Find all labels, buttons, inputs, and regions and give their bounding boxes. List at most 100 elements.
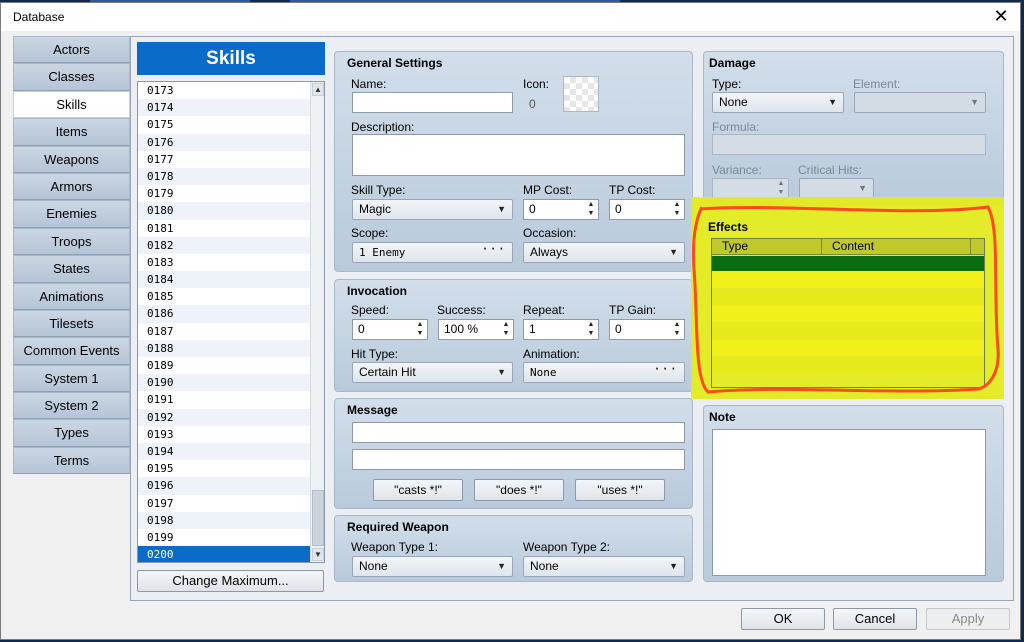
name-label: Name: — [351, 77, 387, 91]
note-panel: Note — [703, 405, 1004, 582]
repeat-spinner[interactable]: 1 ▲ ▼ — [523, 319, 599, 340]
icon-label: Icon: — [523, 77, 550, 91]
list-item[interactable]: 0193 — [138, 425, 311, 443]
does-button[interactable]: "does *!" — [474, 479, 564, 501]
critical-hits-label: Critical Hits: — [798, 163, 863, 177]
list-item[interactable]: 0176 — [138, 133, 311, 151]
icon-index: 0 — [529, 97, 536, 111]
change-maximum-button[interactable]: Change Maximum... — [137, 570, 324, 592]
list-item[interactable]: 0177 — [138, 150, 311, 168]
icon-picker[interactable] — [563, 76, 599, 112]
category-states[interactable]: States — [13, 255, 130, 283]
category-animations[interactable]: Animations — [13, 282, 130, 310]
apply-button[interactable]: Apply — [926, 608, 1010, 630]
list-item[interactable]: 0190 — [138, 374, 311, 392]
category-items[interactable]: Items — [13, 118, 130, 146]
weapon-type-1-select[interactable]: None ▼ — [352, 556, 513, 577]
repeat-label: Repeat: — [523, 303, 566, 317]
category-types[interactable]: Types — [13, 419, 130, 447]
list-item[interactable]: 0181 — [138, 219, 311, 237]
list-scrollbar[interactable]: ▲ ▼ — [310, 82, 324, 562]
category-weapons[interactable]: Weapons — [13, 145, 130, 173]
hit-type-select[interactable]: Certain Hit ▼ — [352, 362, 513, 383]
scroll-up-icon[interactable]: ▲ — [312, 83, 324, 96]
list-item[interactable]: 0183 — [138, 253, 311, 272]
variance-spinner[interactable]: ▲ ▼ — [712, 178, 789, 199]
casts-button[interactable]: "casts *!" — [373, 479, 463, 501]
category-common-events[interactable]: Common Events — [13, 337, 130, 365]
list-item[interactable]: 0199 — [138, 528, 311, 547]
list-item[interactable]: 0196 — [138, 477, 311, 495]
mp-cost-spinner[interactable]: 0 ▲ ▼ — [523, 199, 599, 220]
damage-panel: Damage Type: None ▼ Element: ▼ Formula: V… — [703, 51, 1004, 206]
formula-field[interactable] — [712, 134, 986, 155]
invocation-title: Invocation — [347, 284, 408, 298]
occasion-select[interactable]: Always ▼ — [523, 242, 685, 263]
list-item[interactable]: 0192 — [138, 408, 311, 426]
list-item[interactable]: 0191 — [138, 391, 311, 409]
scroll-thumb[interactable] — [312, 490, 324, 546]
list-item[interactable]: 0194 — [138, 442, 311, 461]
mp-cost-label: MP Cost: — [523, 183, 573, 197]
close-icon[interactable]: ✕ — [990, 5, 1012, 27]
note-title: Note — [709, 410, 736, 424]
chevron-down-icon: ▼ — [970, 97, 979, 107]
list-item[interactable]: 0179 — [138, 185, 311, 203]
animation-select[interactable]: None ··· — [523, 362, 685, 383]
list-item[interactable]: 0175 — [138, 116, 311, 134]
weapon-type-2-select[interactable]: None ▼ — [523, 556, 685, 577]
list-item[interactable]: 0197 — [138, 494, 311, 512]
success-spinner[interactable]: 100 % ▲ ▼ — [438, 319, 514, 340]
element-select[interactable]: ▼ — [854, 92, 986, 113]
category-troops[interactable]: Troops — [13, 227, 130, 256]
uses-button[interactable]: "uses *!" — [575, 479, 665, 501]
note-field[interactable] — [712, 429, 986, 576]
critical-hits-select[interactable]: ▼ — [799, 178, 874, 199]
list-item[interactable]: 0200 — [138, 546, 311, 562]
list-item[interactable]: 0188 — [138, 339, 311, 357]
scope-select[interactable]: 1 Enemy ··· — [352, 242, 513, 263]
category-armors[interactable]: Armors — [13, 172, 130, 201]
spinner-arrows-icon: ▲ ▼ — [416, 321, 424, 337]
list-item[interactable]: 0180 — [138, 202, 311, 220]
message-line1-field[interactable] — [352, 422, 685, 443]
category-system-2[interactable]: System 2 — [13, 392, 130, 420]
chevron-down-icon: ▼ — [669, 561, 678, 571]
category-skills[interactable]: Skills — [13, 90, 130, 119]
message-title: Message — [347, 403, 398, 417]
message-line2-field[interactable] — [352, 449, 685, 470]
list-item[interactable]: 0184 — [138, 271, 311, 289]
tp-gain-spinner[interactable]: 0 ▲ ▼ — [609, 319, 685, 340]
category-system-1[interactable]: System 1 — [13, 364, 130, 393]
damage-title: Damage — [709, 56, 756, 70]
list-item[interactable]: 0173 — [138, 82, 311, 100]
list-item[interactable]: 0178 — [138, 167, 311, 186]
list-item[interactable]: 0186 — [138, 305, 311, 323]
list-item[interactable]: 0195 — [138, 460, 311, 478]
category-tilesets[interactable]: Tilesets — [13, 309, 130, 338]
tp-cost-spinner[interactable]: 0 ▲ ▼ — [609, 199, 685, 220]
list-item[interactable]: 0185 — [138, 288, 311, 306]
list-item[interactable]: 0189 — [138, 357, 311, 375]
ellipsis-icon: ··· — [653, 362, 678, 376]
list-item[interactable]: 0198 — [138, 511, 311, 529]
cancel-button[interactable]: Cancel — [833, 608, 917, 630]
ok-button[interactable]: OK — [741, 608, 825, 630]
skill-type-select[interactable]: Magic ▼ — [352, 199, 513, 220]
list-item[interactable]: 0174 — [138, 99, 311, 117]
name-field[interactable] — [352, 92, 513, 113]
weapon-type-2-label: Weapon Type 2: — [523, 540, 610, 554]
category-classes[interactable]: Classes — [13, 63, 130, 91]
speed-spinner[interactable]: 0 ▲ ▼ — [352, 319, 428, 340]
skill-list[interactable]: 0173 0174 0175 0176 0177 0178 0179 0180 0181 0182… — [137, 81, 325, 563]
spinner-arrows-icon: ▲ ▼ — [777, 180, 785, 196]
category-terms[interactable]: Terms — [13, 446, 130, 475]
description-field[interactable] — [352, 134, 685, 176]
category-actors[interactable]: Actors — [13, 36, 130, 64]
damage-type-select[interactable]: None ▼ — [712, 92, 844, 113]
list-item[interactable]: 0182 — [138, 236, 311, 254]
list-item[interactable]: 0187 — [138, 322, 311, 340]
message-panel: Message "casts *!" "does *!" "uses *!" — [334, 398, 693, 509]
scroll-down-icon[interactable]: ▼ — [312, 548, 324, 561]
category-enemies[interactable]: Enemies — [13, 200, 130, 228]
